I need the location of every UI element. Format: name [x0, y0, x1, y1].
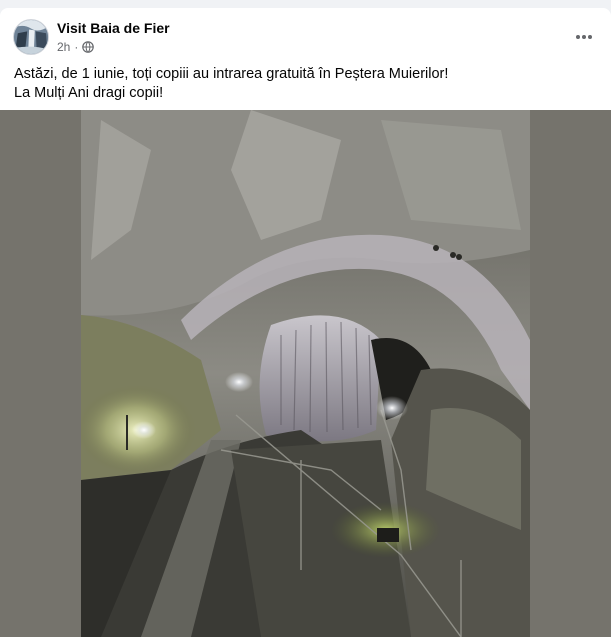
post-header: Visit Baia de Fier 2h ·: [13, 19, 598, 59]
post-card: Visit Baia de Fier 2h · Astăzi, de 1 iun…: [0, 8, 611, 637]
cave-photo[interactable]: [81, 110, 530, 637]
page-name-link[interactable]: Visit Baia de Fier: [57, 20, 170, 36]
post-message-line-1: Astăzi, de 1 iunie, toți copiii au intra…: [14, 66, 449, 82]
page-avatar[interactable]: [13, 19, 49, 55]
more-options-button[interactable]: [570, 23, 598, 51]
more-options-icon: [576, 35, 592, 39]
cave-photo-image: [81, 110, 530, 637]
avatar-waterfall-image: [14, 20, 48, 54]
post-message-line-2: La Mulți Ani dragi copii!: [14, 85, 164, 101]
post-timestamp[interactable]: 2h: [57, 40, 70, 54]
post-message: Astăzi, de 1 iunie, toți copiii au intra…: [14, 65, 599, 103]
post-photo-area[interactable]: [0, 110, 611, 637]
post-meta: 2h ·: [57, 40, 95, 54]
globe-icon[interactable]: [82, 41, 95, 53]
